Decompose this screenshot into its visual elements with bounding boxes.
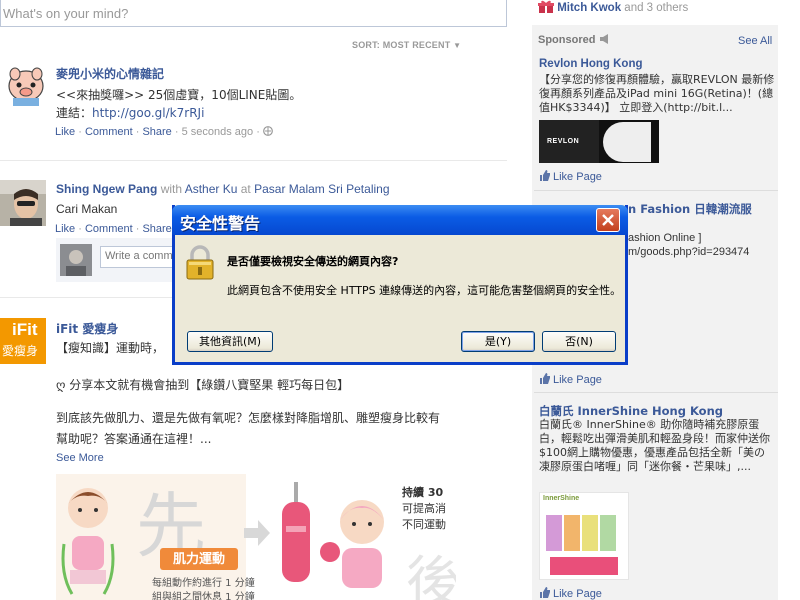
like-page-label: Like Page [553,588,602,600]
at-text: at [240,182,251,196]
like-link[interactable]: Like [55,223,75,235]
ad-image-brand: InnerShine [543,495,580,502]
like-link[interactable]: Like [55,126,75,138]
product-box [600,515,616,551]
sponsored-header: Sponsored [538,34,611,46]
image-side-text: 持續 30 [402,486,444,499]
image-side-text: 可提高消 [402,502,446,515]
close-button[interactable] [596,208,620,232]
sort-label: SORT: MOST RECENT [352,40,451,50]
image-illustration [61,488,115,595]
sponsored-label: Sponsored [538,34,596,46]
logo-text: iFit [12,320,38,339]
share-link[interactable]: Share [142,223,171,235]
tagged-friend[interactable]: Asther Ku [185,182,238,196]
chevron-down-icon: ▼ [453,41,462,50]
post-text-line: 幫助呢？答案通通在這裡！... [56,432,212,446]
dialog-detail: 此網頁包含不使用安全 HTTPS 連線傳送的內容，這可能危害整個網頁的安全性。 [227,284,622,297]
close-icon [602,214,614,226]
post-link[interactable]: http://goo.gl/k7rRJi [92,106,204,120]
product-box [582,515,598,551]
globe-icon [263,126,273,138]
divider [0,160,507,161]
checkin-place[interactable]: Pasar Malam Sri Petaling [254,182,389,196]
thumbs-up-icon [539,170,550,181]
dialog-titlebar[interactable]: 安全性警告 [172,205,628,235]
like-page-label: Like Page [553,374,602,386]
post-text-line: ღ 分享本文就有機會抽到【綠鑽八寶堅果 輕巧每日包】 [56,378,350,392]
like-page-button[interactable]: Like Page [539,170,602,183]
see-more-link[interactable]: See More [56,452,104,464]
commenter-avatar [60,244,92,276]
security-warning-dialog: 安全性警告 是否僅要檢視安全傳送的網頁內容? 此網頁包含不使用安全 HTTPS … [172,205,628,365]
post-author[interactable]: Shing Ngew Pang [56,182,157,196]
share-link[interactable]: Share [142,126,171,138]
ad-image[interactable]: InnerShine [539,492,629,580]
ad-body[interactable]: m/goods.php?id=293474 [628,245,749,259]
post-author[interactable]: 麥兜小米的心情雜記 [56,65,164,82]
ad-body[interactable]: 白蘭氏® InnerShine® 助你隨時補充膠原蛋白，輕鬆吃出彈滑美肌和輕盈身… [539,418,771,474]
ad-image-banner [550,557,618,575]
divider [534,392,778,393]
post-avatar[interactable] [0,180,46,226]
thumbs-up-icon [539,587,550,598]
thumbs-up-icon [539,373,550,384]
lock-icon [185,245,215,284]
arrow-right-icon [244,520,270,546]
post-text: <<來抽獎囉>> 25個虛寶，10個LINE貼圖。 [56,88,302,102]
like-page-button[interactable]: Like Page [539,587,602,600]
post-avatar[interactable] [3,62,49,108]
sort-dropdown[interactable]: SORT: MOST RECENT ▼ [352,40,461,50]
post-text-line: 到底該先做肌力、還是先做有氧呢？怎麼樣對降脂增肌、雕塑瘦身比較有 [56,411,441,425]
ad-body[interactable]: 【分享您的修復再顏體驗，贏取REVLON 最新修復再顏系列產品及iPad min… [539,73,775,115]
product-box [564,515,580,551]
post-link-line: 連結：http://goo.gl/k7rRJi [56,104,204,121]
friend-name-link[interactable]: Mitch Kwok [557,2,621,14]
comment-link[interactable]: Comment [85,223,133,235]
product-box [546,515,562,551]
dialog-title: 安全性警告 [180,214,261,233]
post-text: Cari Makan [56,202,118,216]
like-page-label: Like Page [553,171,602,183]
post-header: Shing Ngew Pang with Asther Ku at Pasar … [56,182,390,196]
post-actions: Like · Comment · Share [55,223,172,235]
friends-rest-text[interactable]: and 3 others [624,2,688,14]
yes-button[interactable]: 是(Y) [461,331,535,352]
ad-title[interactable]: Revlon Hong Kong [539,58,643,70]
comment-link[interactable]: Comment [85,126,133,138]
image-caption: 組與組之間休息 1 分鐘 [152,592,255,600]
divider [534,190,778,191]
friends-activity: Mitch Kwok and 3 others [538,0,688,14]
post-author[interactable]: iFit 愛瘦身 [56,320,118,337]
image-side-text: 不同運動 [402,518,446,531]
dialog-question: 是否僅要檢視安全傳送的網頁內容? [227,255,399,268]
logo-subtext: 愛瘦身 [2,344,39,358]
with-text: with [160,182,183,196]
ad-image-product [603,122,651,162]
image-caption: 每組動作約進行 1 分鐘 [152,578,255,589]
ad-image[interactable]: REVLON [539,120,659,163]
like-page-button[interactable]: Like Page [539,373,602,386]
ad-title[interactable]: 白蘭氏 InnerShine Hong Kong [539,403,723,419]
megaphone-icon [599,34,611,46]
no-button[interactable]: 否(N) [542,331,616,352]
post-timestamp[interactable]: 5 seconds ago [182,126,254,138]
post-link-prefix: 連結： [56,106,93,120]
ad-body[interactable]: ashion Online ] [628,231,701,245]
status-composer-input[interactable]: What's on your mind? [0,0,507,27]
image-big-char: 後 [406,551,456,600]
image-label-badge: 肌力運動 [160,548,238,570]
see-all-link[interactable]: See All [738,35,772,47]
more-info-button[interactable]: 其他資訊(M) [187,331,273,352]
ad-title[interactable]: n Fashion 日韓潮流服 [628,201,752,217]
post-actions: Like · Comment · Share · 5 seconds ago · [55,126,273,138]
post-avatar[interactable]: iFit 愛瘦身 [0,318,46,364]
post-text-line: 【瘦知識】運動時， [56,341,165,355]
post-image[interactable]: 先 肌力運動 每組動作約進行 1 分鐘 組與組之間休息 1 分鐘 持續 30 可… [56,474,456,600]
image-illustration [282,482,384,588]
gift-icon [538,0,557,14]
ad-image-brand: REVLON [547,138,580,145]
